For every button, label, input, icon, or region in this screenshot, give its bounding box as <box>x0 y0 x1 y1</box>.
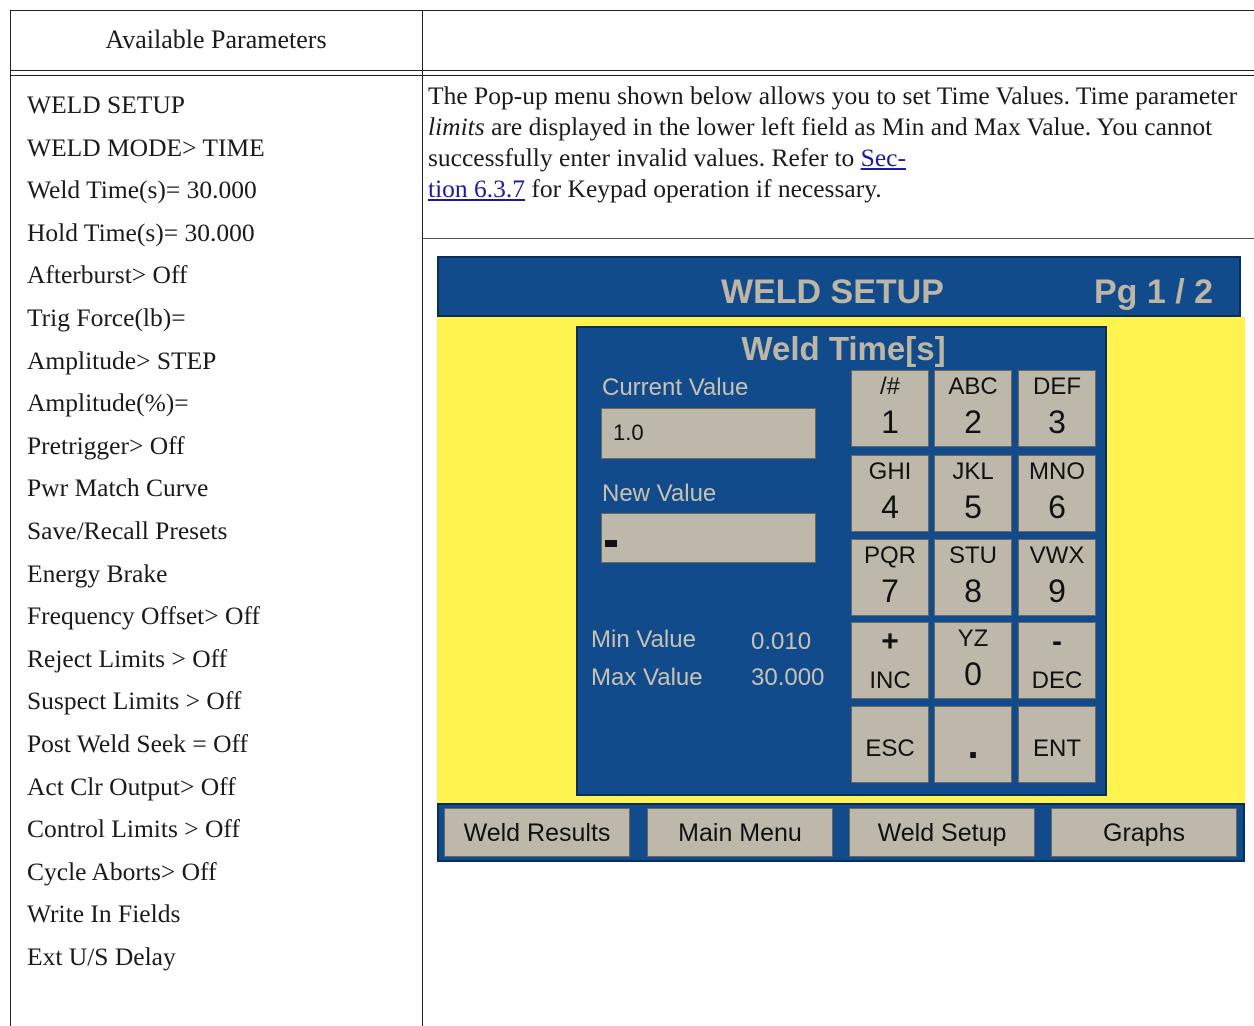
key-3[interactable]: DEF 3 <box>1018 370 1096 447</box>
parameter-item: Post Weld Seek = Off <box>27 728 249 758</box>
parameter-item: Pwr Match Curve <box>27 473 209 503</box>
weld-results-button[interactable]: Weld Results <box>444 808 630 857</box>
screen-title: WELD SETUP <box>721 273 944 311</box>
parameter-item: Write In Fields <box>27 899 181 929</box>
key-ent[interactable]: ENT <box>1018 706 1096 783</box>
weld-setup-screen: WELD SETUP Pg 1 / 2 Weld Time[s] Current… <box>437 256 1245 862</box>
parameter-item: Pretrigger> Off <box>27 430 185 460</box>
parameter-list: WELD SETUP WELD MODE> TIME Weld Time(s)=… <box>27 90 265 984</box>
parameter-item: Control Limits > Off <box>27 814 240 844</box>
parameter-item: Hold Time(s)= 30.000 <box>27 217 255 247</box>
parameter-item: WELD MODE> TIME <box>27 132 265 162</box>
parameter-item: Energy Brake <box>27 558 168 588</box>
page-indicator: Pg 1 / 2 <box>1094 273 1214 311</box>
key-7[interactable]: PQR 7 <box>851 539 929 616</box>
key-esc[interactable]: ESC <box>851 706 929 783</box>
new-value-input[interactable] <box>601 513 816 563</box>
current-value-text: 1.0 <box>613 420 644 445</box>
parameter-item: Act Clr Output> Off <box>27 771 236 801</box>
parameter-item: Frequency Offset> Off <box>27 601 260 631</box>
description-emphasis: limits <box>428 112 485 141</box>
header-rule-1 <box>10 70 1254 71</box>
key-8[interactable]: STU 8 <box>934 539 1012 616</box>
row-divider <box>423 238 1254 239</box>
description-text-1: The Pop-up menu shown below allows you t… <box>428 81 1238 110</box>
parameter-item: Suspect Limits > Off <box>27 686 242 716</box>
parameter-item: Weld Time(s)= 30.000 <box>27 175 257 205</box>
table-border-left <box>10 10 11 1026</box>
key-inc[interactable]: + INC <box>851 622 929 699</box>
parameter-item: Cycle Aborts> Off <box>27 856 217 886</box>
main-menu-button[interactable]: Main Menu <box>647 808 833 857</box>
parameter-item: Ext U/S Delay <box>27 941 176 971</box>
max-value-label: Max Value <box>591 664 703 691</box>
min-value: 0.010 <box>751 628 812 655</box>
key-0[interactable]: YZ 0 <box>934 622 1012 699</box>
header-available-parameters: Available Parameters <box>105 25 327 54</box>
parameter-item: Save/Recall Presets <box>27 515 228 545</box>
min-value-label: Min Value <box>591 626 696 653</box>
key-2[interactable]: ABC 2 <box>934 370 1012 447</box>
key-4[interactable]: GHI 4 <box>851 455 929 532</box>
parameter-item: Amplitude(%)= <box>27 388 189 418</box>
weld-time-popup: Weld Time[s] Current Value 1.0 New Value… <box>576 326 1107 796</box>
header-rule-2 <box>10 75 1254 76</box>
description-text-2: are displayed in the lower left field as… <box>428 112 1213 172</box>
new-value-label: New Value <box>602 480 717 507</box>
description-paragraph: The Pop-up menu shown below allows you t… <box>428 80 1248 204</box>
current-value-field: 1.0 <box>601 408 816 459</box>
parameter-item: WELD SETUP <box>27 90 185 119</box>
parameter-item: Reject Limits > Off <box>27 643 228 673</box>
popup-title: Weld Time[s] <box>741 330 946 367</box>
text-cursor <box>605 540 617 547</box>
table-column-divider <box>422 10 423 1026</box>
key-1[interactable]: /# 1 <box>851 370 929 447</box>
max-value: 30.000 <box>751 664 825 691</box>
parameter-item: Trig Force(lb)= <box>27 302 186 332</box>
key-decimal-point[interactable]: . <box>934 706 1012 783</box>
parameter-item: Afterburst> Off <box>27 260 188 290</box>
description-text-3: for Keypad operation if necessary. <box>525 174 882 203</box>
current-value-label: Current Value <box>602 374 749 401</box>
weld-setup-button[interactable]: Weld Setup <box>849 808 1035 857</box>
key-6[interactable]: MNO 6 <box>1018 455 1096 532</box>
parameter-item: Amplitude> STEP <box>27 345 217 375</box>
bottom-navigation-bar: Weld Results Main Menu Weld Setup Graphs <box>437 803 1245 862</box>
screen-title-bar: WELD SETUP Pg 1 / 2 <box>437 256 1241 317</box>
key-5[interactable]: JKL 5 <box>934 455 1012 532</box>
key-9[interactable]: VWX 9 <box>1018 539 1096 616</box>
key-dec[interactable]: - DEC <box>1018 622 1096 699</box>
graphs-button[interactable]: Graphs <box>1051 808 1237 857</box>
